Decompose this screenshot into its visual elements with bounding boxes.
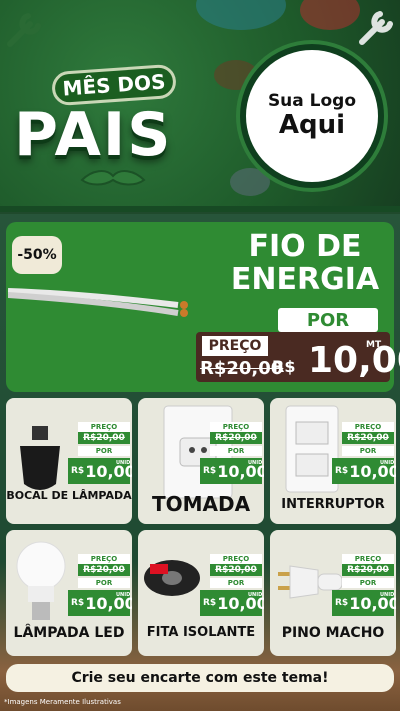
mustache-icon [80, 170, 146, 186]
discount-badge: -50% [12, 236, 62, 274]
product-image-lampada-led [16, 540, 66, 628]
card-preco-label: PREÇO [342, 554, 394, 564]
card-unit: UNID [248, 460, 263, 466]
card-preco-label: PREÇO [210, 554, 262, 564]
card-old-price: R$20,00 [342, 432, 394, 444]
hero-unit: MT [366, 340, 382, 350]
card-unit: UNID [380, 460, 395, 466]
card-currency: R$ [203, 598, 217, 608]
card-product-name: TOMADA [151, 492, 251, 516]
header-divider [0, 206, 400, 212]
card-currency: R$ [335, 598, 349, 608]
card-product-name: LÂMPADA LED [13, 625, 125, 641]
card-product-name: INTERRUPTOR [281, 497, 385, 512]
wire-image [8, 288, 188, 317]
card-preco-label: PREÇO [78, 554, 130, 564]
product-image-fita-isolante [142, 558, 202, 602]
product-card-bocal[interactable]: PREÇO R$20,00 POR R$ 10,00 UNID BOCAL DE LÂMPA… [6, 398, 132, 524]
card-old-price: R$20,00 [210, 432, 262, 444]
hero-price-value: 10,00 [308, 340, 400, 381]
product-card-lampada-led[interactable]: PREÇO R$20,00 POR R$ 10,00 UNID LÂMPADA LED [6, 530, 132, 656]
card-preco-label: PREÇO [342, 422, 394, 432]
logo-line2: Aqui [278, 110, 346, 141]
card-unit: UNID [116, 460, 131, 466]
hero-currency: R$ [272, 357, 296, 376]
card-product-name: FITA ISOLANTE [146, 625, 256, 640]
preco-label: PREÇO [202, 336, 268, 356]
cta-banner[interactable]: Crie seu encarte com este tema! [6, 664, 394, 692]
card-unit: UNID [116, 592, 131, 598]
card-por-label: POR [210, 578, 262, 588]
card-currency: R$ [71, 598, 85, 608]
logo-line1: Sua Logo [267, 91, 357, 112]
watch-decoration [230, 168, 270, 196]
hero-title-line2: ENERGIA [230, 262, 380, 297]
product-card-interruptor[interactable]: PREÇO R$20,00 POR R$ 10,00 UNID INTERRUPTOR [270, 398, 396, 524]
tie-decoration [196, 0, 286, 30]
card-preco-label: PREÇO [210, 422, 262, 432]
product-card-tomada[interactable]: PREÇO R$20,00 POR R$ 10,00 UNID TOMADA [138, 398, 264, 524]
pais-title: PAIS [14, 100, 173, 170]
card-old-price: R$20,00 [78, 564, 130, 576]
card-old-price: R$20,00 [210, 564, 262, 576]
por-label: POR [278, 308, 378, 332]
card-old-price: R$20,00 [78, 432, 130, 444]
card-por-label: POR [342, 578, 394, 588]
hero-title-line1: FIO DE [248, 229, 362, 264]
card-product-name: BOCAL DE LÂMPADA [6, 489, 132, 502]
card-currency: R$ [71, 466, 85, 476]
header-banner: MÊS DOS PAIS Sua Logo Aqui [0, 0, 400, 208]
card-preco-label: PREÇO [78, 422, 130, 432]
logo-placeholder[interactable]: Sua Logo Aqui [240, 44, 384, 188]
tie-decoration-red [300, 0, 360, 30]
hero-old-price: R$20,00 [200, 358, 284, 379]
hero-title: FIO DE ENERGIA [220, 230, 390, 296]
card-por-label: POR [78, 578, 130, 588]
wrench-icon [359, 11, 393, 45]
card-por-label: POR [342, 446, 394, 456]
card-unit: UNID [380, 592, 395, 598]
product-card-pino-macho[interactable]: PREÇO R$20,00 POR R$ 10,00 UNID PINO MACHO [270, 530, 396, 656]
wrench-icon-faded [7, 13, 41, 47]
card-por-label: POR [210, 446, 262, 456]
card-currency: R$ [335, 466, 349, 476]
card-old-price: R$20,00 [342, 564, 394, 576]
card-unit: UNID [248, 592, 263, 598]
card-product-name: PINO MACHO [281, 625, 385, 641]
product-card-fita-isolante[interactable]: PREÇO R$20,00 POR R$ 10,00 UNID FITA ISOLANTE [138, 530, 264, 656]
card-por-label: POR [78, 446, 130, 456]
footnote: *Imagens Meramente Ilustrativas [4, 698, 121, 706]
card-currency: R$ [203, 466, 217, 476]
